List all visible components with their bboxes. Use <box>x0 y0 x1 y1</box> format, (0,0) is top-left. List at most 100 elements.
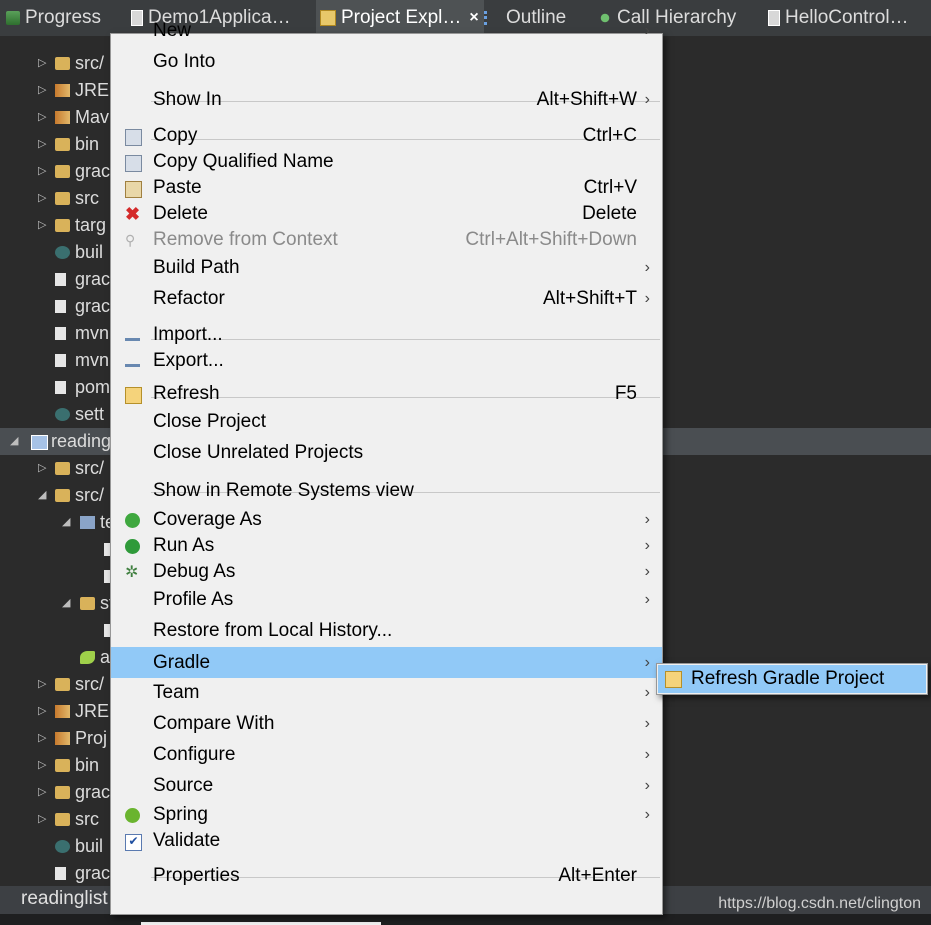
menu-item-delete[interactable]: ✖ Delete Delete <box>111 201 662 227</box>
menu-item-validate[interactable]: ✔ Validate <box>111 828 662 854</box>
tab-hellocontroller[interactable]: HelloControl… <box>768 0 909 36</box>
menu-item-label: Validate <box>153 830 221 851</box>
menu-item-spring[interactable]: Spring › <box>111 802 662 828</box>
tree-row-label: grac <box>75 782 111 802</box>
source-folder-icon <box>55 57 70 70</box>
expand-arrow-icon[interactable]: ▷ <box>38 455 48 482</box>
menu-item-team[interactable]: Team › <box>111 679 662 707</box>
collapse-arrow-icon[interactable]: ◢ <box>62 509 72 536</box>
menu-item-refactor[interactable]: Refactor Alt+Shift+T › <box>111 284 662 314</box>
expand-arrow-icon[interactable]: ▷ <box>38 212 48 239</box>
expand-arrow-icon[interactable]: ▷ <box>38 131 48 158</box>
menu-item-paste[interactable]: Paste Ctrl+V <box>111 175 662 201</box>
expand-arrow-icon[interactable]: ▷ <box>38 698 48 725</box>
progress-icon <box>6 11 20 25</box>
chevron-right-icon: › <box>644 511 650 528</box>
spring-icon <box>125 807 140 823</box>
context-menu: New › Go Into Show In Alt+Shift+W › Copy Ctrl+C… <box>110 20 663 915</box>
tree-row-label: mvn <box>75 323 110 343</box>
menu-item-compare-with[interactable]: Compare With › <box>111 710 662 738</box>
chevron-right-icon: › <box>644 715 650 732</box>
menu-item-label: Show In <box>153 89 222 110</box>
gradle-file-icon <box>55 246 70 259</box>
menu-item-close-project[interactable]: Close Project <box>111 408 662 436</box>
menu-item-label: Properties <box>153 865 240 886</box>
expand-arrow-icon[interactable]: ▷ <box>38 77 48 104</box>
menu-item-shortcut: Delete <box>582 203 637 224</box>
chevron-right-icon: › <box>644 806 650 823</box>
chevron-right-icon: › <box>644 91 650 108</box>
menu-item-coverage-as[interactable]: Coverage As › <box>111 507 662 533</box>
menu-item-configure[interactable]: Configure › <box>111 741 662 769</box>
tree-row-label: sett <box>75 404 105 424</box>
expand-arrow-icon[interactable]: ▷ <box>38 671 48 698</box>
watermark: https://blog.csdn.net/clington <box>718 895 921 912</box>
expand-arrow-icon[interactable]: ▷ <box>38 104 48 131</box>
menu-item-label: Show in Remote Systems view <box>153 480 414 501</box>
chevron-right-icon: › <box>644 653 650 671</box>
chevron-right-icon: › <box>644 684 650 701</box>
expand-arrow-icon[interactable]: ▷ <box>38 806 48 833</box>
debug-icon: ✲ <box>125 563 139 581</box>
menu-item-remove-from-context: ⚲ Remove from Context Ctrl+Alt+Shift+Down <box>111 227 662 253</box>
collapse-arrow-icon[interactable]: ◢ <box>10 428 20 455</box>
menu-item-label: Refresh <box>153 383 220 404</box>
folder-icon <box>55 138 70 151</box>
menu-item-debug-as[interactable]: ✲ Debug As › <box>111 559 662 585</box>
expand-arrow-icon[interactable]: ▷ <box>38 779 48 806</box>
expand-arrow-icon[interactable]: ▷ <box>38 185 48 212</box>
tree-row-label: JRE <box>75 80 110 100</box>
tree-row-label: buil <box>75 836 104 856</box>
menu-item-close-unrelated-projects[interactable]: Close Unrelated Projects <box>111 438 662 468</box>
menu-item-show-in-remote-systems-view[interactable]: Show in Remote Systems view <box>111 478 662 504</box>
file-icon <box>55 273 66 286</box>
tab-label: HelloControl… <box>785 7 909 28</box>
menu-item-label: Compare With <box>153 713 275 734</box>
menu-item-label: Close Unrelated Projects <box>153 442 364 463</box>
expand-arrow-icon[interactable]: ▷ <box>38 50 48 77</box>
import-icon <box>125 328 140 341</box>
tab-progress[interactable]: Progress <box>6 0 101 36</box>
menu-item-profile-as[interactable]: Profile As › <box>111 585 662 615</box>
tree-row-label: bin <box>75 134 100 154</box>
menu-item-run-as[interactable]: Run As › <box>111 533 662 559</box>
folder-icon <box>55 192 70 205</box>
menu-item-go-into[interactable]: Go Into <box>111 48 662 76</box>
menu-item-properties[interactable]: Properties Alt+Enter <box>111 861 662 891</box>
tree-row-label: src/ <box>75 674 104 694</box>
menu-item-copy[interactable]: Copy Ctrl+C <box>111 123 662 149</box>
menu-item-refresh[interactable]: Refresh F5 <box>111 381 662 407</box>
folder-icon <box>55 786 70 799</box>
menu-item-label: Refresh Gradle Project <box>691 668 885 689</box>
source-folder-icon <box>55 678 70 691</box>
menu-item-label: Run As <box>153 535 215 556</box>
menu-item-build-path[interactable]: Build Path › <box>111 254 662 282</box>
tree-row-label: pom <box>75 377 111 397</box>
menu-item-copy-qualified-name[interactable]: Copy Qualified Name <box>111 149 662 175</box>
menu-item-export[interactable]: Export... <box>111 348 662 374</box>
menu-item-show-in[interactable]: Show In Alt+Shift+W › <box>111 85 662 115</box>
chevron-right-icon: › <box>644 290 650 307</box>
folder-icon <box>55 813 70 826</box>
refresh-gradle-project-item[interactable]: Refresh Gradle Project <box>658 665 926 693</box>
menu-item-restore-from-local-history[interactable]: Restore from Local History... <box>111 617 662 645</box>
menu-item-new[interactable]: New › <box>111 17 662 45</box>
menu-item-source[interactable]: Source › <box>111 772 662 800</box>
collapse-arrow-icon[interactable]: ◢ <box>38 482 48 509</box>
tree-row-label: targ <box>75 215 107 235</box>
expand-arrow-icon[interactable]: ▷ <box>38 752 48 779</box>
tab-label: Progress <box>25 7 102 28</box>
menu-item-label: Spring <box>153 804 208 825</box>
expand-arrow-icon[interactable]: ▷ <box>38 158 48 185</box>
menu-item-gradle[interactable]: Gradle › <box>111 646 662 678</box>
menu-item-import[interactable]: Import... <box>111 322 662 348</box>
menu-item-label: Profile As <box>153 589 234 610</box>
file-icon <box>55 327 66 340</box>
collapse-arrow-icon[interactable]: ◢ <box>62 590 72 617</box>
tree-row-label: grac <box>75 296 111 316</box>
chevron-right-icon: › <box>644 563 650 580</box>
project-icon <box>31 435 48 450</box>
menu-item-label: Gradle <box>153 651 211 673</box>
expand-arrow-icon[interactable]: ▷ <box>38 725 48 752</box>
menu-item-label: Refactor <box>153 288 225 309</box>
